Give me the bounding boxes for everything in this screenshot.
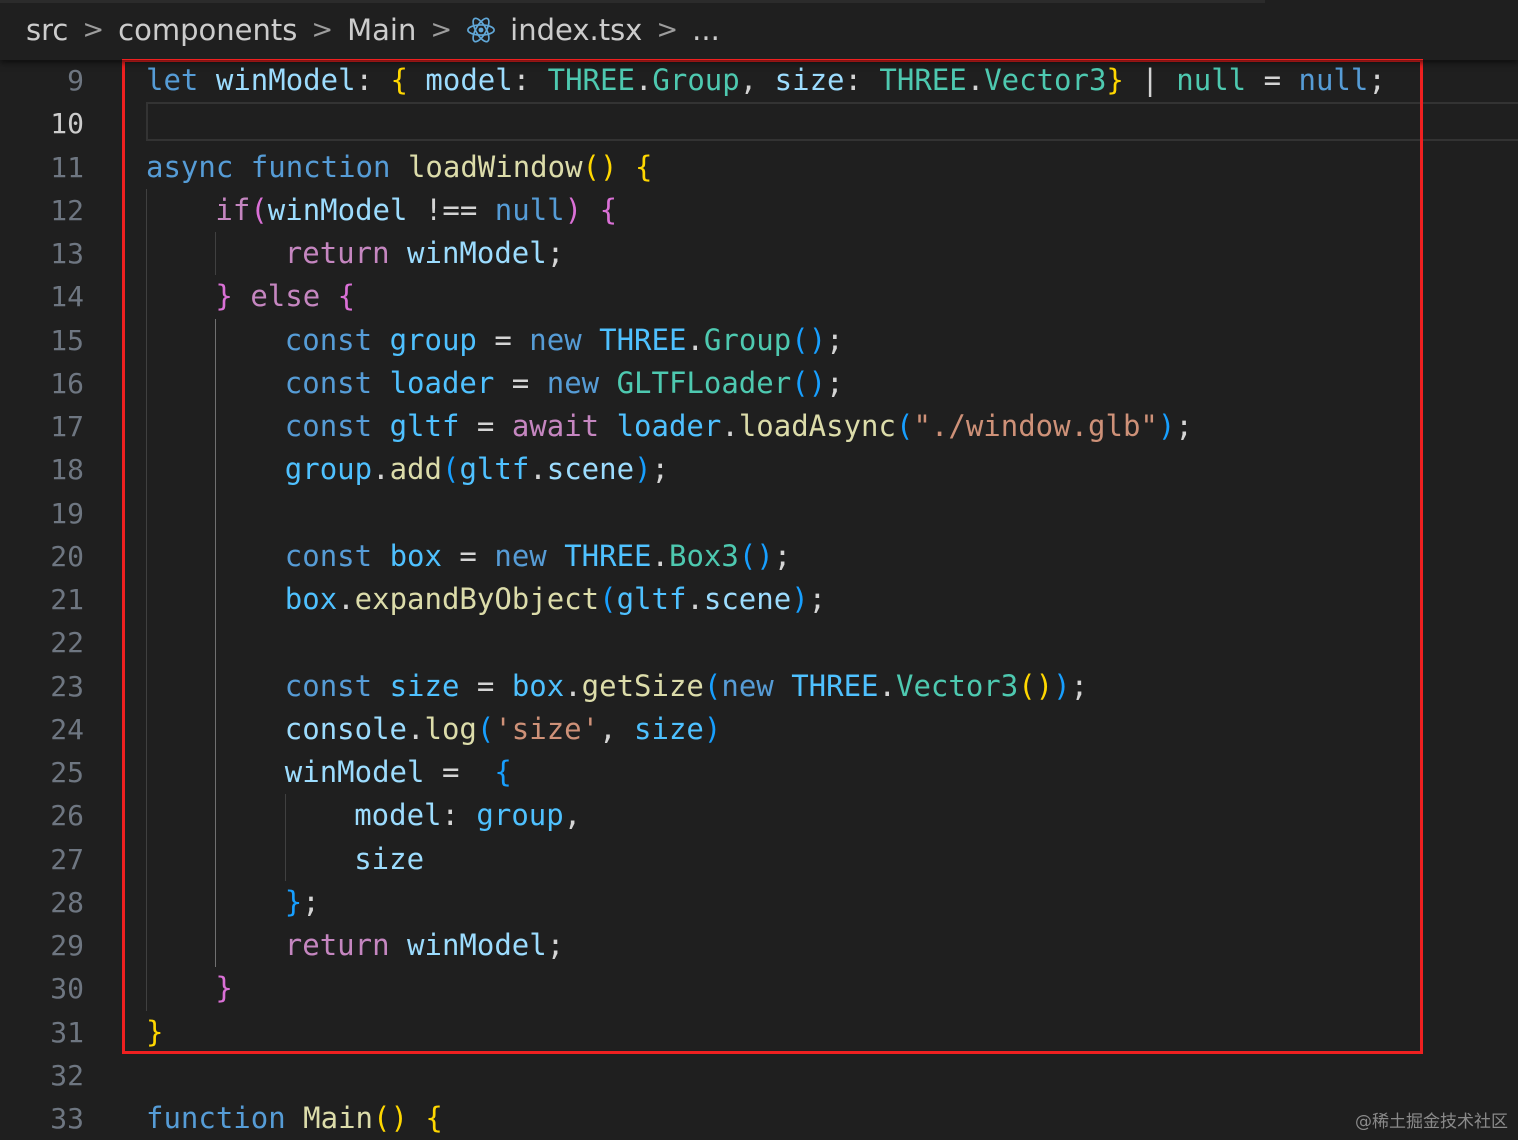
code-token: function xyxy=(146,1101,286,1135)
crumb-file[interactable]: index.tsx xyxy=(510,13,642,47)
line-number: 29 xyxy=(50,929,84,962)
code-line[interactable]: 33 function Main() { xyxy=(0,1097,1518,1140)
crumb-main[interactable]: Main xyxy=(347,13,416,47)
line-number: 26 xyxy=(50,799,84,833)
line-number: 31 xyxy=(50,1015,84,1049)
breadcrumb: src > components > Main > index.tsx >... xyxy=(0,0,1518,60)
watermark: @稀土掘金技术社区 xyxy=(1355,1112,1508,1132)
code-line[interactable]: 32 xyxy=(0,1054,1518,1097)
line-number: 23 xyxy=(50,669,84,703)
code-text: function Main() { xyxy=(146,1097,443,1140)
crumb-src[interactable]: src xyxy=(26,13,68,47)
code-token: { xyxy=(425,1101,443,1135)
line-number: 21 xyxy=(50,583,84,616)
line-number: 13 xyxy=(50,237,84,270)
line-number: 20 xyxy=(50,539,84,573)
line-number: 30 xyxy=(50,972,84,1006)
chevron-right-icon: > xyxy=(430,15,453,45)
line-number: 28 xyxy=(50,885,84,919)
line-number: 24 xyxy=(50,712,84,746)
line-number: 32 xyxy=(50,1058,84,1092)
line-number: 14 xyxy=(50,280,84,314)
line-number: 17 xyxy=(50,410,84,443)
line-number: 19 xyxy=(50,496,84,530)
line-number: 33 xyxy=(50,1102,84,1135)
crumb-more[interactable]: ... xyxy=(692,13,720,47)
line-number: 18 xyxy=(50,453,84,487)
line-number: 11 xyxy=(50,150,84,184)
chevron-right-icon: > xyxy=(82,15,105,45)
line-number: 9 xyxy=(67,64,84,97)
chevron-right-icon: > xyxy=(656,15,679,45)
react-file-icon xyxy=(466,15,496,45)
line-number: 15 xyxy=(50,323,84,357)
line-number: 25 xyxy=(50,756,84,789)
line-number: 10 xyxy=(50,107,84,141)
line-number: 27 xyxy=(50,842,84,876)
code-token: () xyxy=(373,1101,408,1135)
chevron-right-icon: > xyxy=(311,15,334,45)
highlight-box xyxy=(122,59,1423,1054)
line-number: 16 xyxy=(50,366,84,400)
code-token: Main xyxy=(303,1101,373,1135)
line-number: 22 xyxy=(50,626,84,660)
crumb-components[interactable]: components xyxy=(118,13,297,47)
line-number: 12 xyxy=(50,193,84,227)
